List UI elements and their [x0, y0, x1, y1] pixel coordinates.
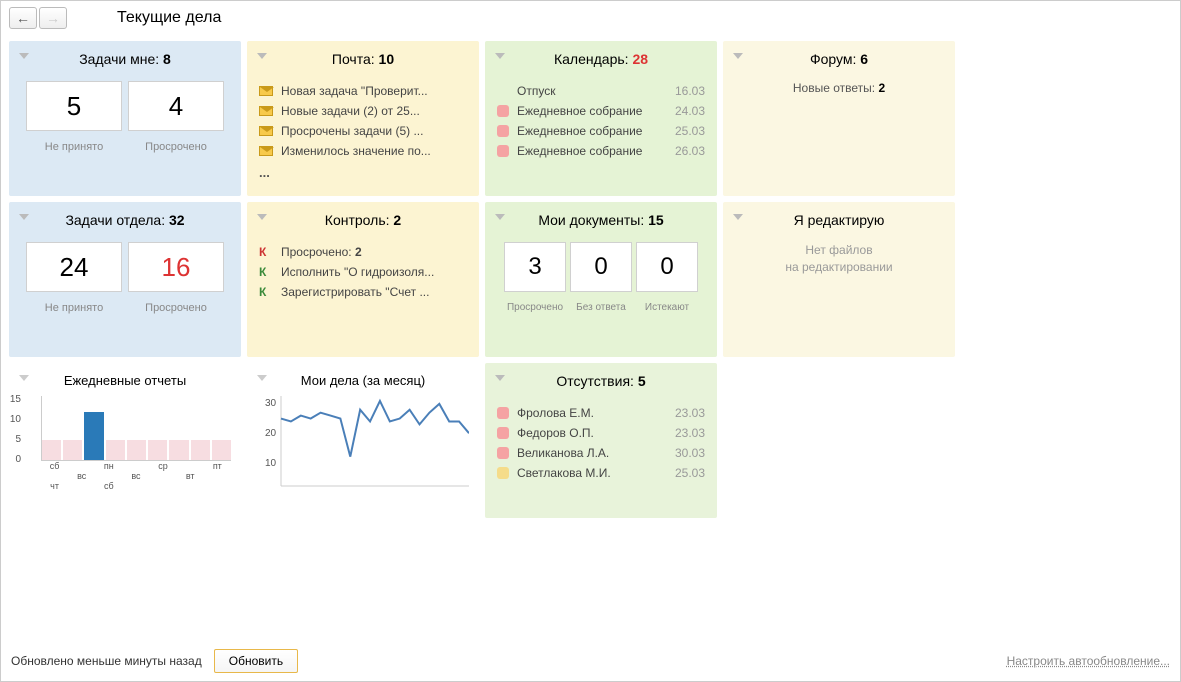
stat-label: Не принято	[26, 302, 122, 314]
control-card: Контроль: 2 КПросрочено: 2 КИсполнить "О…	[247, 202, 479, 357]
card-title: Мои документы: 15	[497, 212, 705, 228]
card-title: Почта: 10	[259, 51, 467, 67]
calendar-item[interactable]: Ежедневное собрание25.03	[497, 121, 705, 141]
stat-expiring[interactable]: 0	[636, 242, 698, 292]
chevron-down-icon[interactable]	[257, 53, 267, 59]
svg-text:30: 30	[265, 398, 277, 409]
stat-label: Истекают	[636, 302, 698, 313]
marker-icon	[497, 467, 509, 479]
absences-card: Отсутствия: 5 Фролова Е.М.23.03 Федоров …	[485, 363, 717, 518]
chevron-down-icon[interactable]	[19, 53, 29, 59]
mail-icon	[259, 106, 273, 116]
calendar-item[interactable]: Ежедневное собрание24.03	[497, 101, 705, 121]
editing-card: Я редактирую Нет файловна редактировании	[723, 202, 955, 357]
stat-not-accepted[interactable]: 24	[26, 242, 122, 292]
marker-icon	[497, 105, 509, 117]
mail-icon	[259, 146, 273, 156]
mail-icon	[259, 126, 273, 136]
page-title: Текущие дела	[117, 9, 221, 27]
stat-label: Не принято	[26, 141, 122, 153]
stat-overdue[interactable]: 16	[128, 242, 224, 292]
chevron-down-icon[interactable]	[495, 375, 505, 381]
chevron-down-icon[interactable]	[19, 214, 29, 220]
chevron-down-icon[interactable]	[495, 214, 505, 220]
daily-reports-card: Ежедневные отчеты 15 10 5 0 сбпнсрптвсвс…	[9, 363, 241, 518]
mail-card: Почта: 10 Новая задача "Проверит... Новы…	[247, 41, 479, 196]
svg-text:20: 20	[265, 428, 277, 439]
nav-forward-button[interactable]: →	[39, 7, 67, 29]
card-title: Задачи отдела: 32	[21, 212, 229, 228]
marker-icon	[497, 125, 509, 137]
marker-icon	[497, 145, 509, 157]
mail-item[interactable]: Новые задачи (2) от 25...	[259, 101, 467, 121]
tasks-mine-card: Задачи мне: 8 5 4 Не принято Просрочено	[9, 41, 241, 196]
chart-title: Ежедневные отчеты	[21, 373, 229, 388]
marker-icon	[497, 407, 509, 419]
control-item[interactable]: КПросрочено: 2	[259, 242, 467, 262]
absence-item[interactable]: Великанова Л.А.30.03	[497, 443, 705, 463]
marker-icon	[497, 427, 509, 439]
mail-item[interactable]: Новая задача "Проверит...	[259, 81, 467, 101]
forum-new-replies[interactable]: Новые ответы: 2	[735, 81, 943, 95]
card-title: Форум: 6	[735, 51, 943, 67]
chevron-down-icon[interactable]	[257, 214, 267, 220]
calendar-card: Календарь: 28 Отпуск16.03 Ежедневное соб…	[485, 41, 717, 196]
card-title: Календарь: 28	[497, 51, 705, 67]
stat-overdue[interactable]: 4	[128, 81, 224, 131]
chevron-down-icon[interactable]	[733, 214, 743, 220]
chevron-down-icon[interactable]	[19, 375, 29, 381]
refresh-button[interactable]: Обновить	[214, 649, 298, 673]
line-chart: 30 20 10	[259, 396, 469, 491]
control-item[interactable]: КИсполнить "О гидроизоля...	[259, 262, 467, 282]
marker-icon	[497, 447, 509, 459]
calendar-item[interactable]: Ежедневное собрание26.03	[497, 141, 705, 161]
absence-item[interactable]: Федоров О.П.23.03	[497, 423, 705, 443]
stat-label: Просрочено	[128, 141, 224, 153]
absence-item[interactable]: Фролова Е.М.23.03	[497, 403, 705, 423]
k-marker-icon: К	[259, 265, 273, 279]
k-marker-icon: К	[259, 245, 273, 259]
card-title: Задачи мне: 8	[21, 51, 229, 67]
updated-text: Обновлено меньше минуты назад	[11, 654, 202, 668]
chart-title: Мои дела (за месяц)	[259, 373, 467, 388]
stat-overdue[interactable]: 3	[504, 242, 566, 292]
card-title: Я редактирую	[735, 212, 943, 228]
card-title: Отсутствия: 5	[497, 373, 705, 389]
absence-item[interactable]: Светлакова М.И.25.03	[497, 463, 705, 483]
stat-label: Без ответа	[570, 302, 632, 313]
mail-item[interactable]: Изменилось значение по...	[259, 141, 467, 161]
calendar-item[interactable]: Отпуск16.03	[497, 81, 705, 101]
stat-not-accepted[interactable]: 5	[26, 81, 122, 131]
control-item[interactable]: КЗарегистрировать "Счет ...	[259, 282, 467, 302]
stat-noanswer[interactable]: 0	[570, 242, 632, 292]
stat-label: Просрочено	[504, 302, 566, 313]
card-title: Контроль: 2	[259, 212, 467, 228]
empty-text: Нет файловна редактировании	[735, 242, 943, 276]
chevron-down-icon[interactable]	[495, 53, 505, 59]
settings-link[interactable]: Настроить автообновление...	[1007, 654, 1170, 668]
svg-text:10: 10	[265, 458, 277, 469]
my-deals-card: Мои дела (за месяц) 30 20 10	[247, 363, 479, 518]
nav-back-button[interactable]: ←	[9, 7, 37, 29]
stat-label: Просрочено	[128, 302, 224, 314]
k-marker-icon: К	[259, 285, 273, 299]
mail-item[interactable]: Просрочены задачи (5) ...	[259, 121, 467, 141]
chevron-down-icon[interactable]	[257, 375, 267, 381]
tasks-dept-card: Задачи отдела: 32 24 16 Не принято Проср…	[9, 202, 241, 357]
forum-card: Форум: 6 Новые ответы: 2	[723, 41, 955, 196]
mail-more[interactable]: ...	[259, 161, 467, 180]
chevron-down-icon[interactable]	[733, 53, 743, 59]
bar-chart: 15 10 5 0 сбпнсрптвсвсвтчтсб	[21, 396, 231, 491]
mail-icon	[259, 86, 273, 96]
mydocs-card: Мои документы: 15 3 0 0 Просрочено Без о…	[485, 202, 717, 357]
